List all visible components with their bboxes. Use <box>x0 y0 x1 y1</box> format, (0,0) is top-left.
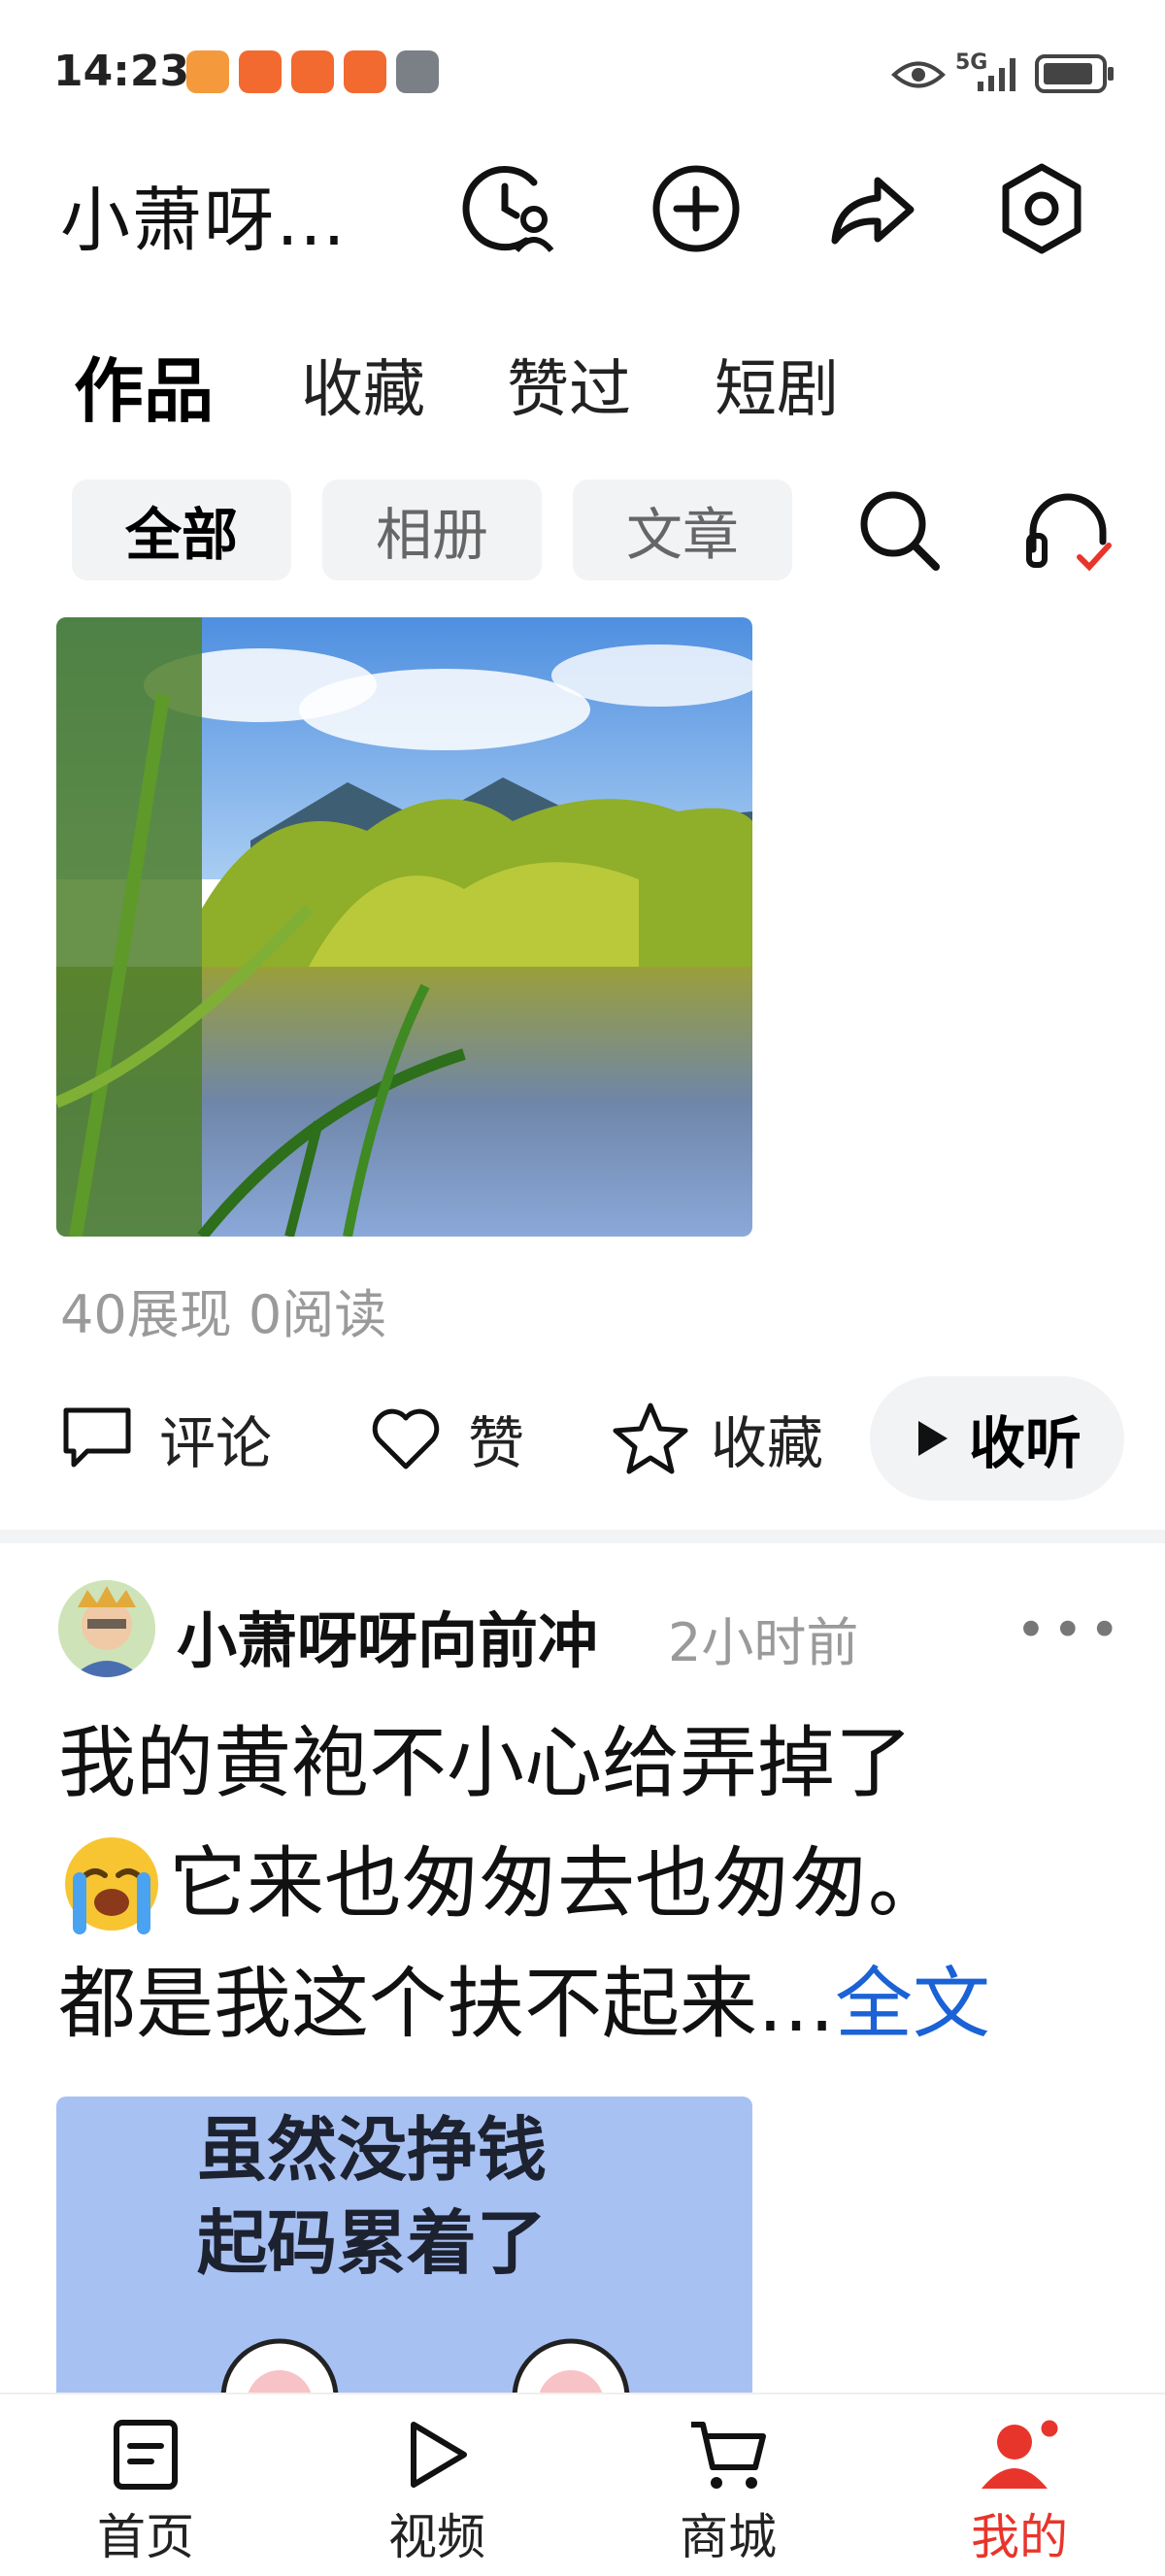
add-icon[interactable] <box>643 155 749 262</box>
heart-icon <box>372 1408 440 1470</box>
nav-mall[interactable]: 商城 <box>631 2417 825 2568</box>
tab-short-drama[interactable]: 短剧 <box>715 340 839 429</box>
like-button[interactable]: 赞 <box>369 1398 524 1479</box>
post-body-line: 都是我这个扶不起来… <box>58 1959 835 2049</box>
play-icon <box>917 1421 948 1456</box>
author-name[interactable]: 小萧呀呀向前冲 <box>177 1592 598 1679</box>
chip-album[interactable]: 相册 <box>322 479 542 580</box>
nav-me-label: 我的 <box>971 2509 1068 2565</box>
comment-label: 评论 <box>159 1410 273 1476</box>
eye-icon <box>891 61 946 88</box>
headphones-icon[interactable] <box>1019 481 1116 578</box>
battery-icon <box>1035 54 1114 93</box>
post-body-line: 它来也匆匆去也匆匆。 <box>169 1838 946 1929</box>
nav-home[interactable]: 首页 <box>49 2417 243 2568</box>
search-icon[interactable] <box>850 481 948 578</box>
full-text-link[interactable]: 全文 <box>835 1959 990 2049</box>
meme-caption: 起码累着了 <box>197 2202 548 2284</box>
favorite-label: 收藏 <box>711 1410 824 1476</box>
app-notification-icon <box>239 50 282 93</box>
meme-caption: 虽然没挣钱 <box>197 2109 548 2191</box>
status-time: 14:23 <box>53 47 190 96</box>
more-options-button[interactable]: ••• <box>1015 1600 1126 1661</box>
listen-button[interactable]: 收听 <box>870 1376 1124 1501</box>
nav-mall-label: 商城 <box>680 2509 777 2565</box>
listen-label: 收听 <box>968 1410 1082 1476</box>
status-bar: 14:23 5G <box>0 0 1165 146</box>
visitor-history-icon[interactable] <box>456 155 563 262</box>
app-notification-icon <box>291 50 334 93</box>
share-icon[interactable] <box>817 155 924 262</box>
nav-me[interactable]: 我的 <box>922 2417 1116 2568</box>
comment-button[interactable]: 评论 <box>60 1398 272 1479</box>
chip-all[interactable]: 全部 <box>72 479 291 580</box>
app-notification-icon <box>186 50 229 93</box>
tab-liked[interactable]: 赞过 <box>507 340 631 429</box>
crying-emoji-icon <box>65 1837 158 1934</box>
home-icon <box>114 2420 178 2490</box>
train-app-icon <box>396 50 439 93</box>
nav-video-label: 视频 <box>388 2509 485 2565</box>
cart-icon <box>691 2422 766 2489</box>
profile-title: 小萧呀… <box>60 180 349 261</box>
settings-icon[interactable] <box>988 155 1095 262</box>
tab-works[interactable]: 作品 <box>74 334 214 436</box>
section-divider <box>0 1530 1165 1543</box>
post-time: 2小时前 <box>668 1612 859 1673</box>
more-icon: ••• <box>1015 1600 1126 1661</box>
nav-home-label: 首页 <box>97 2509 194 2565</box>
post-image-landscape[interactable] <box>56 617 752 1237</box>
profile-icon <box>982 2417 1061 2489</box>
post-stats: 40展现 0阅读 <box>60 1284 387 1345</box>
favorite-button[interactable]: 收藏 <box>612 1398 823 1479</box>
comment-icon <box>63 1407 131 1468</box>
post-body[interactable]: 我的黄袍不小心给弄掉了 它来也匆匆去也匆匆。 都是我这个扶不起来…全文 <box>58 1703 1126 2064</box>
app-notification-icon <box>344 50 386 93</box>
like-label: 赞 <box>468 1410 525 1476</box>
avatar[interactable] <box>58 1580 155 1677</box>
tab-favorites[interactable]: 收藏 <box>301 340 425 429</box>
star-icon <box>613 1403 688 1474</box>
chip-articles[interactable]: 文章 <box>573 479 792 580</box>
post-body-line: 我的黄袍不小心给弄掉了 <box>58 1718 913 1808</box>
play-video-icon <box>411 2422 467 2488</box>
nav-video[interactable]: 视频 <box>340 2417 534 2568</box>
signal-icon <box>978 58 1015 91</box>
